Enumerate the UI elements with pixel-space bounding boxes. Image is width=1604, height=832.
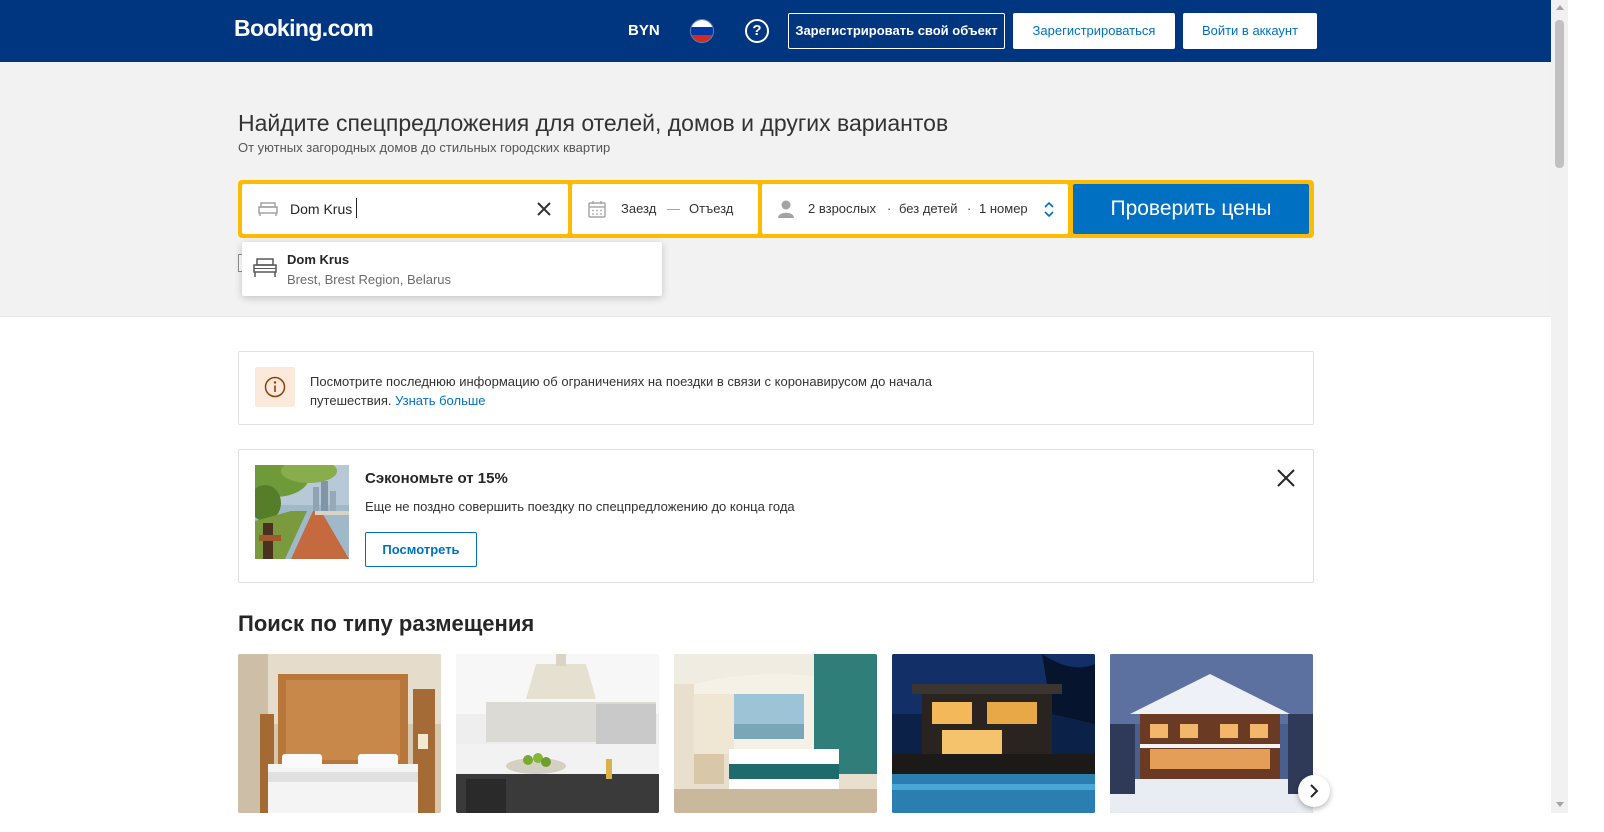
guests-dot: · <box>967 201 972 216</box>
promo-card: Сэкономьте от 15% Еще не поздно совершит… <box>238 449 1314 583</box>
info-icon <box>264 376 286 398</box>
autocomplete-dropdown: Dom Krus Brest, Brest Region, Belarus <box>242 242 662 296</box>
resort-image[interactable] <box>674 654 877 813</box>
promo-image <box>255 465 349 559</box>
autocomplete-item-subtitle: Brest, Brest Region, Belarus <box>287 272 452 287</box>
autocomplete-item-title: Dom Krus <box>287 252 350 267</box>
scroll-down-arrow[interactable] <box>1556 802 1564 807</box>
promo-view-button[interactable]: Посмотреть <box>365 532 477 567</box>
carousel-next-button[interactable] <box>1298 775 1330 807</box>
currency-selector[interactable]: BYN <box>628 22 660 39</box>
scroll-up-arrow[interactable] <box>1556 5 1564 10</box>
calendar-icon <box>588 201 606 218</box>
chevron-right-icon <box>1310 784 1319 798</box>
checkout-label: Отъезд <box>689 201 734 216</box>
top-navigation-bar: Booking.com BYN ? Зарегистрировать свой … <box>0 0 1551 62</box>
rooms-count: 1 номер <box>979 201 1028 216</box>
hotel-image[interactable] <box>238 654 441 813</box>
covid-info-text: Посмотрите последнюю информацию об огран… <box>310 372 1010 410</box>
villa-image[interactable] <box>892 654 1095 813</box>
search-bar: Заезд — Отъезд 2 взрослых · без детей · … <box>238 180 1314 238</box>
guests-field[interactable]: 2 взрослых · без детей · 1 номер <box>762 184 1068 234</box>
learn-more-link[interactable]: Узнать больше <box>395 393 485 408</box>
destination-input[interactable] <box>290 198 522 220</box>
register-button[interactable]: Зарегистрироваться <box>1013 13 1175 49</box>
chalet-image[interactable] <box>1110 654 1313 813</box>
destination-field[interactable] <box>242 184 568 234</box>
bed-icon <box>258 202 278 216</box>
search-submit-button[interactable]: Проверить цены <box>1073 184 1309 234</box>
park-promenade-image <box>255 465 349 559</box>
children-count: без детей <box>899 201 958 216</box>
info-icon-box <box>255 367 295 407</box>
dates-field[interactable]: Заезд — Отъезд <box>572 184 758 234</box>
help-icon[interactable]: ? <box>745 19 769 43</box>
page-scrollbar[interactable] <box>1551 0 1568 813</box>
bed-icon <box>253 258 277 277</box>
guests-dot: · <box>887 201 892 216</box>
covid-info-banner: Посмотрите последнюю информацию об огран… <box>238 351 1314 425</box>
apartment-image[interactable] <box>456 654 659 813</box>
close-icon[interactable] <box>1276 468 1296 488</box>
section-title: Поиск по типу размещения <box>238 611 535 636</box>
promo-text: Еще не поздно совершить поездку по спецп… <box>365 499 795 514</box>
booking-logo[interactable]: Booking.com <box>234 15 374 42</box>
signin-button[interactable]: Войти в аккаунт <box>1183 13 1317 49</box>
checkin-label: Заезд <box>621 201 657 216</box>
page-title: Найдите спецпредложения для отелей, домо… <box>238 110 949 136</box>
clear-destination-icon[interactable] <box>536 201 552 217</box>
promo-title: Сэкономьте от 15% <box>365 470 508 487</box>
stepper-chevron-icon <box>1044 202 1054 217</box>
page-subtitle: От уютных загородных домов до стильных г… <box>238 140 611 155</box>
date-separator: — <box>667 201 680 216</box>
language-flag-icon[interactable] <box>690 19 714 43</box>
text-cursor <box>356 198 357 218</box>
scroll-thumb[interactable] <box>1555 20 1564 168</box>
adults-count: 2 взрослых <box>808 201 876 216</box>
person-icon <box>778 200 794 218</box>
list-property-button[interactable]: Зарегистрировать свой объект <box>788 13 1005 49</box>
